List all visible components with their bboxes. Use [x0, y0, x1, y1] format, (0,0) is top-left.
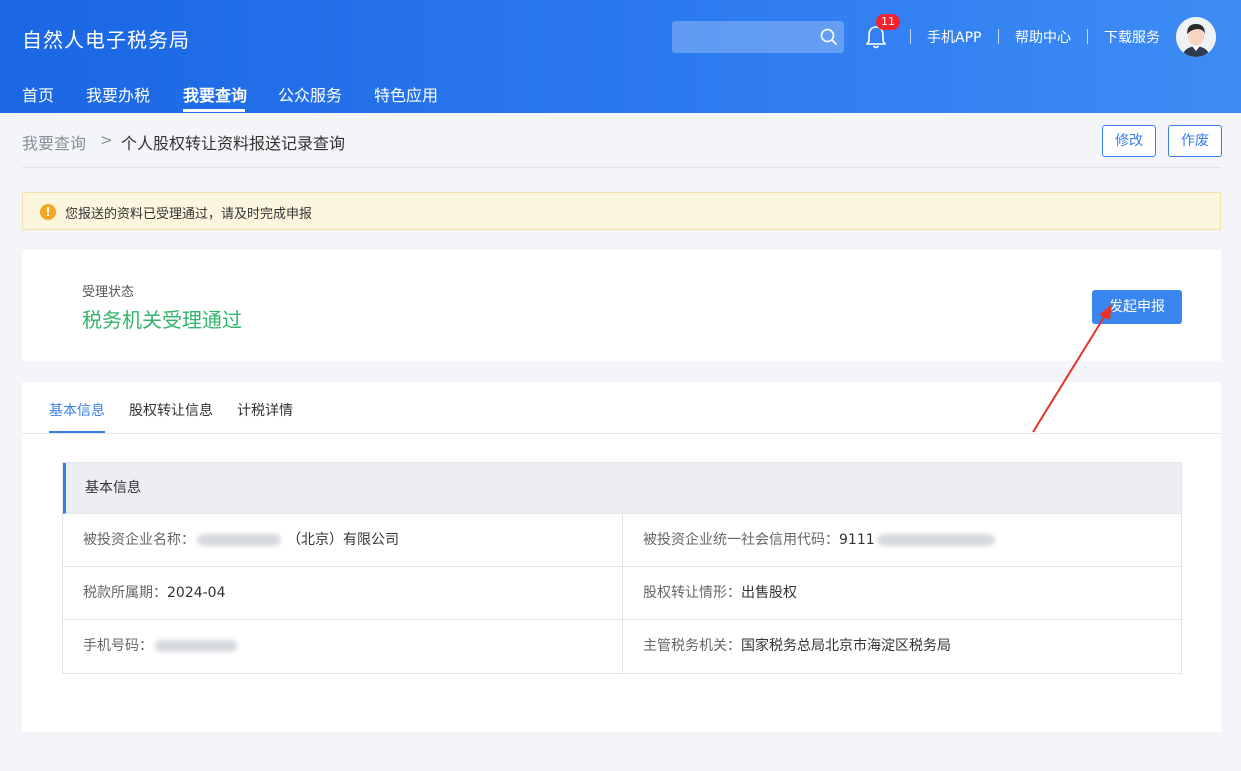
basic-info-table: 基本信息 被投资企业名称： （北京）有限公司 被投资企业统一社会信用代码：9111… — [62, 462, 1182, 674]
redacted-text — [876, 534, 995, 546]
table-row: 税款所属期：2024-04 股权转让情形：出售股权 — [63, 567, 1181, 620]
table-title: 基本信息 — [63, 463, 1181, 514]
table-row: 手机号码： 主管税务机关：国家税务总局北京市海淀区税务局 — [63, 620, 1181, 673]
redacted-text — [197, 534, 281, 546]
status-value: 税务机关受理通过 — [82, 308, 242, 332]
notice-text: 您报送的资料已受理通过，请及时完成申报 — [65, 207, 313, 222]
download-service-link[interactable]: 下载服务 — [1104, 27, 1160, 47]
transfer-type-value: 出售股权 — [741, 585, 797, 601]
company-name-cell: 被投资企业名称： （北京）有限公司 — [63, 514, 622, 566]
help-center-link[interactable]: 帮助中心 — [1015, 27, 1071, 47]
phone-cell: 手机号码： — [63, 620, 622, 673]
table-row: 被投资企业名称： （北京）有限公司 被投资企业统一社会信用代码：9111 — [63, 514, 1181, 567]
transfer-type-label: 股权转让情形： — [643, 585, 741, 601]
avatar[interactable] — [1176, 17, 1216, 57]
nav-public-service[interactable]: 公众服务 — [278, 82, 342, 106]
period-label: 税款所属期： — [83, 585, 167, 601]
site-title: 自然人电子税务局 — [22, 28, 190, 52]
authority-label: 主管税务机关： — [643, 638, 741, 654]
period-cell: 税款所属期：2024-04 — [63, 567, 622, 619]
void-button[interactable]: 作废 — [1168, 125, 1222, 157]
credit-code-cell: 被投资企业统一社会信用代码：9111 — [622, 514, 1181, 566]
divider — [22, 433, 1221, 434]
status-card: 受理状态 税务机关受理通过 发起申报 — [22, 250, 1221, 361]
warning-icon: ! — [40, 204, 56, 220]
divider — [910, 29, 911, 44]
divider — [22, 167, 1221, 168]
nav-featured-apps[interactable]: 特色应用 — [374, 82, 438, 106]
tab-basic-info[interactable]: 基本信息 — [49, 400, 105, 420]
tab-tax-details[interactable]: 计税详情 — [237, 400, 293, 420]
nav-active-indicator — [183, 109, 245, 112]
period-value: 2024-04 — [167, 585, 226, 601]
authority-value: 国家税务总局北京市海淀区税务局 — [741, 638, 951, 654]
mobile-app-link[interactable]: 手机APP — [927, 27, 981, 47]
credit-code-prefix: 9111 — [839, 532, 875, 548]
tab-equity-transfer-info[interactable]: 股权转让信息 — [129, 400, 213, 420]
notice-banner: ! 您报送的资料已受理通过，请及时完成申报 — [22, 192, 1221, 230]
breadcrumb-parent[interactable]: 我要查询 — [22, 130, 86, 154]
status-label: 受理状态 — [82, 285, 135, 300]
nav-tax-handling[interactable]: 我要办税 — [86, 82, 150, 106]
company-name-suffix: （北京）有限公司 — [287, 532, 399, 548]
search-input[interactable] — [672, 21, 844, 53]
nav-home[interactable]: 首页 — [22, 82, 54, 106]
credit-code-label: 被投资企业统一社会信用代码： — [643, 532, 839, 548]
page-title: 个人股权转让资料报送记录查询 — [121, 134, 346, 153]
notification-badge: 11 — [876, 14, 900, 30]
breadcrumb-separator: > — [100, 131, 113, 149]
top-header: 自然人电子税务局 11 手机APP 帮助中心 下载服务 首页 我要办税 我要查询… — [0, 0, 1241, 113]
divider — [1087, 29, 1088, 44]
detail-card: 基本信息 股权转让信息 计税详情 基本信息 被投资企业名称： （北京）有限公司 被… — [22, 382, 1221, 732]
redacted-text — [155, 640, 237, 652]
modify-button[interactable]: 修改 — [1102, 125, 1156, 157]
authority-cell: 主管税务机关：国家税务总局北京市海淀区税务局 — [622, 620, 1181, 673]
start-declaration-button[interactable]: 发起申报 — [1092, 290, 1182, 324]
nav-query[interactable]: 我要查询 — [183, 82, 247, 106]
phone-label: 手机号码： — [83, 638, 153, 654]
user-avatar-icon — [1176, 17, 1216, 57]
company-name-label: 被投资企业名称： — [83, 532, 195, 548]
divider — [998, 29, 999, 44]
transfer-type-cell: 股权转让情形：出售股权 — [622, 567, 1181, 619]
search-icon[interactable] — [820, 28, 838, 46]
